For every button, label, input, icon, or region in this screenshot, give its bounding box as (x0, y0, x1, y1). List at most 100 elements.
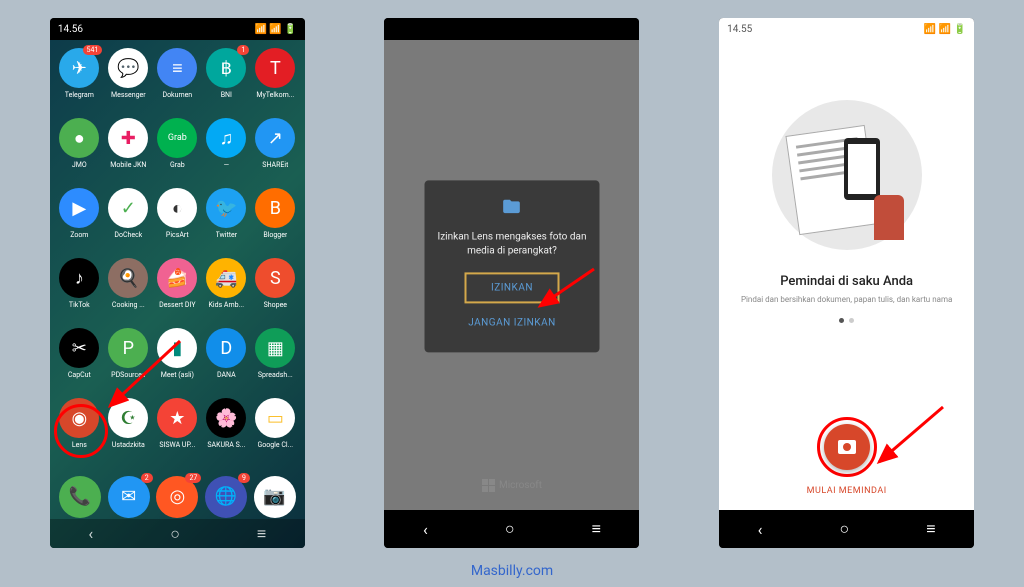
app-tiktok[interactable]: ♪TikTok (56, 258, 103, 326)
app-icon: ◉ (59, 398, 99, 438)
status-icons: 📶 📶 🔋 (255, 24, 297, 35)
app-kids-amb-[interactable]: 🚑 Kids Amb... (203, 258, 250, 326)
nav-home[interactable]: ○ (170, 524, 180, 544)
app-icon: ♫ (206, 118, 246, 158)
app-label: Dessert DIY (159, 301, 195, 309)
app-icon: D (206, 328, 246, 368)
app-icon: S (255, 258, 295, 298)
allow-button[interactable]: IZINKAN (464, 272, 559, 303)
app-label: Spreadsh... (258, 371, 293, 379)
app-messenger[interactable]: 💬Messenger (105, 48, 152, 116)
app-twitter[interactable]: 🐦 Twitter (203, 188, 250, 256)
onboarding-illustration (772, 100, 922, 250)
notification-badge: 9 (238, 473, 250, 483)
nav-back[interactable]: ‹ (758, 520, 763, 539)
app-capcut[interactable]: ✂CapCut (56, 328, 103, 396)
app-label: Dokumen (162, 91, 192, 99)
app-shopee[interactable]: SShopee (252, 258, 299, 326)
phone-onboarding: 14.55 📶 📶 🔋 Pemindai di saku Anda Pindai… (719, 18, 974, 548)
app-grab[interactable]: GrabGrab (154, 118, 201, 186)
app-label: — (224, 161, 229, 169)
app-grid: ✈541Telegram💬Messenger≡ Dokumen ฿1 BNI TMyTe… (50, 40, 305, 474)
app-mobile-jkn[interactable]: ✚Mobile JKN (105, 118, 152, 186)
nav-home[interactable]: ○ (840, 519, 850, 539)
dock-app[interactable]: 📞 (59, 476, 101, 518)
nav-recent[interactable]: ≡ (592, 519, 601, 539)
scan-fab-button[interactable] (824, 424, 870, 470)
deny-button[interactable]: JANGAN IZINKAN (436, 309, 587, 336)
ms-logo-text: Microsoft (499, 480, 542, 491)
notification-badge: 541 (83, 45, 103, 55)
app-label: Kids Amb... (209, 301, 245, 309)
dock-app[interactable]: ◎27 (156, 476, 198, 518)
app-dana[interactable]: DDANA (203, 328, 250, 396)
nav-bar: ‹ ○ ≡ (719, 510, 974, 548)
app-icon: ✈541 (59, 48, 99, 88)
app-icon: ◐ (157, 188, 197, 228)
app-icon: ♪ (59, 258, 99, 298)
status-time: 14.55 (727, 24, 752, 35)
app-picsart[interactable]: ◐PicsArt (154, 188, 201, 256)
app-ustadzkita[interactable]: ☪Ustadzkita (105, 398, 152, 466)
status-icons: 📶 📶 🔋 (924, 24, 966, 35)
app-zoom[interactable]: ▶Zoom (56, 188, 103, 256)
dock-app[interactable]: 🌐9 (205, 476, 247, 518)
app-mytelkom-[interactable]: TMyTelkom... (252, 48, 299, 116)
app-icon: 🚑 (206, 258, 246, 298)
scan-cta-label: MULAI MEMINDAI (807, 486, 887, 496)
app-icon: ▶ (59, 188, 99, 228)
app-label: BNI (221, 91, 232, 99)
app-blogger[interactable]: BBlogger (252, 188, 299, 256)
app-icon: 🌸 (206, 398, 246, 438)
app-docheck[interactable]: ✓ DoCheck (105, 188, 152, 256)
nav-recent[interactable]: ≡ (926, 519, 935, 539)
nav-home[interactable]: ○ (505, 519, 515, 539)
status-bar (384, 18, 639, 40)
nav-recent[interactable]: ≡ (257, 524, 266, 544)
notification-badge: 27 (185, 473, 201, 483)
app-dokumen[interactable]: ≡ Dokumen (154, 48, 201, 116)
app-icon: 🍰 (157, 258, 197, 298)
app-siswa-up-[interactable]: ★SISWA UP... (154, 398, 201, 466)
app-icon: ▭ (255, 398, 295, 438)
app-icon: ✓ (108, 188, 148, 228)
app-spreadsh-[interactable]: ▦Spreadsh... (252, 328, 299, 396)
app-icon: T (255, 48, 295, 88)
app-bni[interactable]: ฿1 BNI (203, 48, 250, 116)
app-jmo[interactable]: ●JMO (56, 118, 103, 186)
app-label: Ustadzkita (112, 441, 145, 449)
camera-icon (838, 440, 856, 454)
app-label: Twitter (216, 231, 238, 239)
nav-back[interactable]: ‹ (88, 524, 93, 543)
status-bar: 14.56 📶 📶 🔋 (50, 18, 305, 40)
nav-back[interactable]: ‹ (423, 520, 428, 539)
app-icon: ✂ (59, 328, 99, 368)
notification-badge: 2 (141, 473, 153, 483)
app-lens[interactable]: ◉Lens (56, 398, 103, 466)
app-shareit[interactable]: ↗SHAREit (252, 118, 299, 186)
onboarding-title: Pemindai di saku Anda (780, 274, 913, 289)
status-bar: 14.55 📶 📶 🔋 (719, 18, 974, 40)
app-label: Messenger (111, 91, 146, 99)
app-label: Google Cl... (258, 441, 294, 449)
app-pdsources[interactable]: PPDSources (105, 328, 152, 396)
app-label: PDSources (111, 371, 145, 379)
app-cooking-[interactable]: 🍳Cooking ... (105, 258, 152, 326)
dock-app[interactable]: ✉2 (108, 476, 150, 518)
app-icon: ≡ (157, 48, 197, 88)
app-icon: ● (59, 118, 99, 158)
permission-screen: Izinkan Lens mengakses foto dan media di… (384, 40, 639, 510)
app--[interactable]: ♫— (203, 118, 250, 186)
app-label: Grab (170, 161, 185, 169)
app-meet-asli-[interactable]: ▮Meet (asli) (154, 328, 201, 396)
app-telegram[interactable]: ✈541Telegram (56, 48, 103, 116)
app-icon: ฿1 (206, 48, 246, 88)
page-indicator (839, 318, 854, 323)
app-icon: 🐦 (206, 188, 246, 228)
dock-app[interactable]: 📷 (254, 476, 296, 518)
app-label: DoCheck (114, 231, 142, 239)
app-sakura-s-[interactable]: 🌸SAKURA S... (203, 398, 250, 466)
notification-badge: 1 (237, 45, 249, 55)
app-google-cl-[interactable]: ▭ Google Cl... (252, 398, 299, 466)
app-dessert-diy[interactable]: 🍰 Dessert DIY (154, 258, 201, 326)
